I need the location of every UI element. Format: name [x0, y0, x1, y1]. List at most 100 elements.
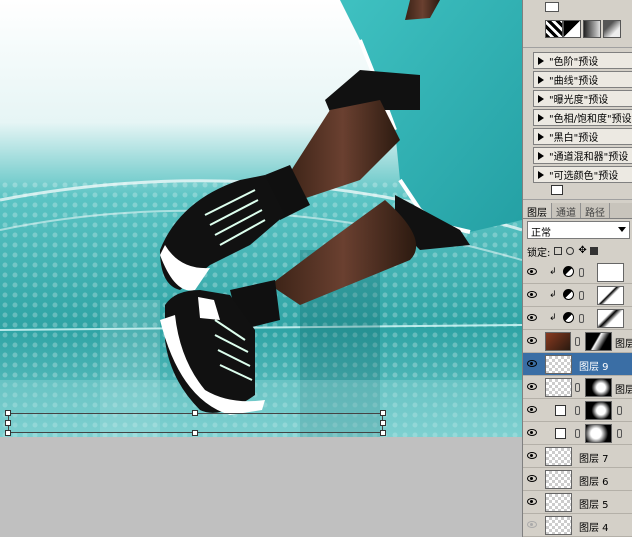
layer-name: 图层 6: [579, 477, 609, 488]
expand-arrow-icon: [538, 132, 544, 141]
return-icon[interactable]: [551, 185, 563, 195]
link-chain-icon: [579, 268, 584, 277]
expand-arrow-icon: [538, 170, 544, 179]
presets-footer: [523, 182, 632, 200]
layer-row[interactable]: ↲: [523, 284, 632, 307]
visibility-eye-icon[interactable]: [527, 337, 537, 344]
layer-mask-thumbnail[interactable]: [597, 286, 624, 305]
layer-thumbnail[interactable]: [545, 332, 571, 351]
layer-name: 图层 5: [579, 500, 609, 511]
blend-mode-select[interactable]: 正常: [527, 221, 630, 239]
layer-thumbnail[interactable]: [545, 355, 572, 374]
transform-handle-middle-right[interactable]: [380, 420, 386, 426]
layer-mask-thumbnail[interactable]: [585, 424, 612, 443]
threshold-icon[interactable]: [545, 20, 563, 38]
transform-handle-top-left[interactable]: [5, 410, 11, 416]
layer-mask-thumbnail[interactable]: [597, 263, 624, 282]
transform-handle-bottom-left[interactable]: [5, 430, 11, 436]
layer-row[interactable]: ↲: [523, 261, 632, 284]
preset-channel-mixer[interactable]: "通道混和器"预设: [533, 147, 632, 164]
expand-arrow-icon: [538, 56, 544, 65]
lock-brush-icon[interactable]: [566, 247, 575, 255]
gradient-map-icon[interactable]: [583, 20, 601, 38]
preset-label: "色相/饱和度"预设: [549, 114, 632, 125]
visibility-eye-icon[interactable]: [527, 383, 537, 390]
lock-row: 锁定: ✥: [527, 243, 632, 259]
layers-list: ↲ ↲ ↲ 图 图层 9 图 图层 7 图层 6 图层 5 图层 4: [523, 261, 632, 537]
preset-curves[interactable]: "曲线"预设: [533, 71, 632, 88]
lock-all-icon[interactable]: [590, 247, 599, 255]
link-chain-icon: [579, 291, 584, 300]
selective-color-icon[interactable]: [603, 20, 621, 38]
levels-icon[interactable]: [545, 2, 559, 12]
transform-handle-bottom-center[interactable]: [192, 430, 198, 436]
expand-arrow-icon: [538, 75, 544, 84]
preset-hue-saturation[interactable]: "色相/饱和度"预设: [533, 109, 632, 126]
transform-handle-bottom-right[interactable]: [380, 430, 386, 436]
lock-move-icon[interactable]: ✥: [578, 246, 586, 256]
layer-row[interactable]: 图层: [523, 330, 632, 353]
preset-selective-color[interactable]: "可选颜色"预设: [533, 166, 632, 183]
preset-label: "曝光度"预设: [549, 95, 609, 106]
preset-label: "可选颜色"预设: [549, 171, 619, 182]
link-chain-icon: [575, 429, 580, 438]
lock-transparency-icon[interactable]: [554, 247, 563, 255]
visibility-eye-icon[interactable]: [527, 452, 537, 459]
layer-thumbnail[interactable]: [545, 378, 572, 397]
transform-handle-top-right[interactable]: [380, 410, 386, 416]
document-canvas[interactable]: [0, 0, 522, 437]
layer-row[interactable]: 图层: [523, 376, 632, 399]
clip-arrow-icon: ↲: [549, 290, 557, 300]
visibility-eye-icon[interactable]: [527, 475, 537, 482]
canvas-artwork: [0, 0, 522, 437]
layer-row[interactable]: 图层 5: [523, 491, 632, 514]
visibility-eye-icon[interactable]: [527, 521, 537, 528]
layer-mask-thumbnail[interactable]: [585, 401, 612, 420]
preset-exposure[interactable]: "曝光度"预设: [533, 90, 632, 107]
layer-row[interactable]: ↲: [523, 307, 632, 330]
link-chain-icon: [617, 406, 622, 415]
clip-arrow-icon: ↲: [549, 313, 557, 323]
tab-channels[interactable]: 通道: [552, 203, 581, 219]
layer-thumbnail[interactable]: [545, 447, 572, 466]
right-panel: "色阶"预设 "曲线"预设 "曝光度"预设 "色相/饱和度"预设 "黑白"预设 …: [522, 0, 632, 537]
link-chain-icon: [575, 406, 580, 415]
preset-label: "曲线"预设: [549, 76, 599, 87]
layer-mask-thumbnail[interactable]: [585, 378, 612, 397]
layer-mask-thumbnail[interactable]: [585, 332, 612, 351]
layer-row-selected[interactable]: 图层 9: [523, 353, 632, 376]
visibility-eye-icon[interactable]: [527, 268, 537, 275]
tab-layers[interactable]: 图层: [523, 203, 552, 219]
link-chain-icon: [575, 383, 580, 392]
layer-type-icon: [555, 405, 566, 416]
layer-row[interactable]: [523, 399, 632, 422]
visibility-eye-icon[interactable]: [527, 406, 537, 413]
layer-mask-thumbnail[interactable]: [597, 309, 624, 328]
layer-row[interactable]: [523, 422, 632, 445]
visibility-eye-icon[interactable]: [527, 291, 537, 298]
transform-handle-middle-left[interactable]: [5, 420, 11, 426]
transform-handle-top-center[interactable]: [192, 410, 198, 416]
visibility-eye-icon[interactable]: [527, 498, 537, 505]
adjustment-presets-list: "色阶"预设 "曲线"预设 "曝光度"预设 "色相/饱和度"预设 "黑白"预设 …: [533, 52, 632, 185]
photoshop-window: "色阶"预设 "曲线"预设 "曝光度"预设 "色相/饱和度"预设 "黑白"预设 …: [0, 0, 632, 537]
preset-black-white[interactable]: "黑白"预设: [533, 128, 632, 145]
tab-paths[interactable]: 路径: [581, 203, 610, 219]
link-chain-icon: [575, 337, 580, 346]
layer-row[interactable]: 图层 7: [523, 445, 632, 468]
layer-thumbnail[interactable]: [545, 493, 572, 512]
channel-mixer-icon[interactable]: [563, 20, 581, 38]
layer-row[interactable]: 图层 6: [523, 468, 632, 491]
layer-thumbnail[interactable]: [545, 516, 572, 535]
layer-name: 图层: [615, 339, 632, 350]
visibility-eye-icon[interactable]: [527, 429, 537, 436]
link-chain-icon: [617, 429, 622, 438]
layer-thumbnail[interactable]: [545, 470, 572, 489]
lock-label: 锁定:: [527, 247, 551, 259]
visibility-eye-icon[interactable]: [527, 314, 537, 321]
layer-name: 图层 4: [579, 523, 609, 534]
visibility-eye-icon[interactable]: [527, 360, 537, 367]
preset-levels[interactable]: "色阶"预设: [533, 52, 632, 69]
preset-label: "通道混和器"预设: [549, 152, 629, 163]
layer-row[interactable]: 图层 4: [523, 514, 632, 537]
